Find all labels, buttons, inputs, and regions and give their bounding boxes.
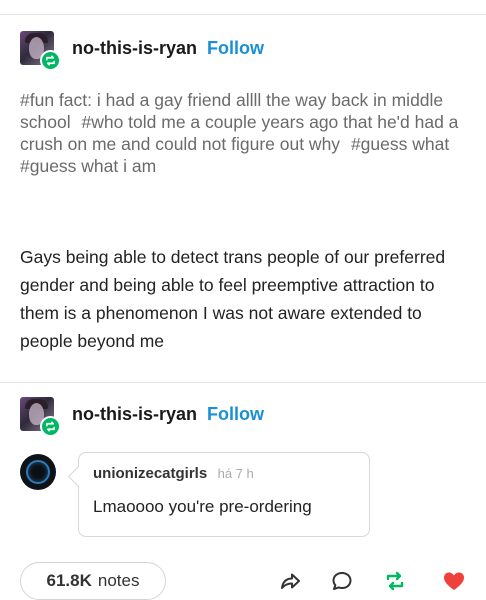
notes-count: 61.8K	[46, 571, 92, 590]
reblog-badge-icon	[40, 50, 61, 71]
reblog-icon[interactable]	[382, 568, 408, 594]
tag[interactable]: #guess what	[351, 134, 449, 154]
follow-button[interactable]: Follow	[207, 404, 264, 425]
share-icon[interactable]	[277, 568, 303, 594]
notes-label: notes	[97, 571, 140, 590]
post-username[interactable]: no-this-is-ryan	[72, 38, 197, 59]
post-body: Gays being able to detect trans people o…	[20, 247, 446, 351]
reply-post-username[interactable]: no-this-is-ryan	[72, 404, 197, 425]
comment-bubble: unionizecatgirls há 7 h Lmaoooo you're p…	[78, 452, 370, 537]
heart-icon[interactable]	[441, 568, 467, 594]
reply-post-header: no-this-is-ryan Follow	[20, 397, 264, 437]
commenter-avatar[interactable]	[20, 454, 56, 490]
comment-text: Lmaoooo you're pre-ordering	[93, 497, 312, 516]
post-header: no-this-is-ryan Follow	[20, 31, 264, 71]
post-divider	[0, 382, 486, 383]
reblog-badge-icon	[40, 416, 61, 437]
notes-button[interactable]: 61.8K notes	[20, 562, 166, 600]
avatar[interactable]	[20, 397, 61, 437]
follow-button[interactable]: Follow	[207, 38, 264, 59]
reply-icon[interactable]	[329, 568, 355, 594]
comment-timestamp: há 7 h	[217, 466, 254, 481]
top-divider	[0, 14, 486, 15]
comment: unionizecatgirls há 7 h Lmaoooo you're p…	[20, 452, 370, 537]
commenter-username[interactable]: unionizecatgirls	[93, 465, 207, 482]
tag[interactable]: #guess what i am	[20, 156, 156, 176]
avatar[interactable]	[20, 31, 61, 71]
post-tags: #fun fact: i had a gay friend allll the …	[20, 89, 470, 177]
